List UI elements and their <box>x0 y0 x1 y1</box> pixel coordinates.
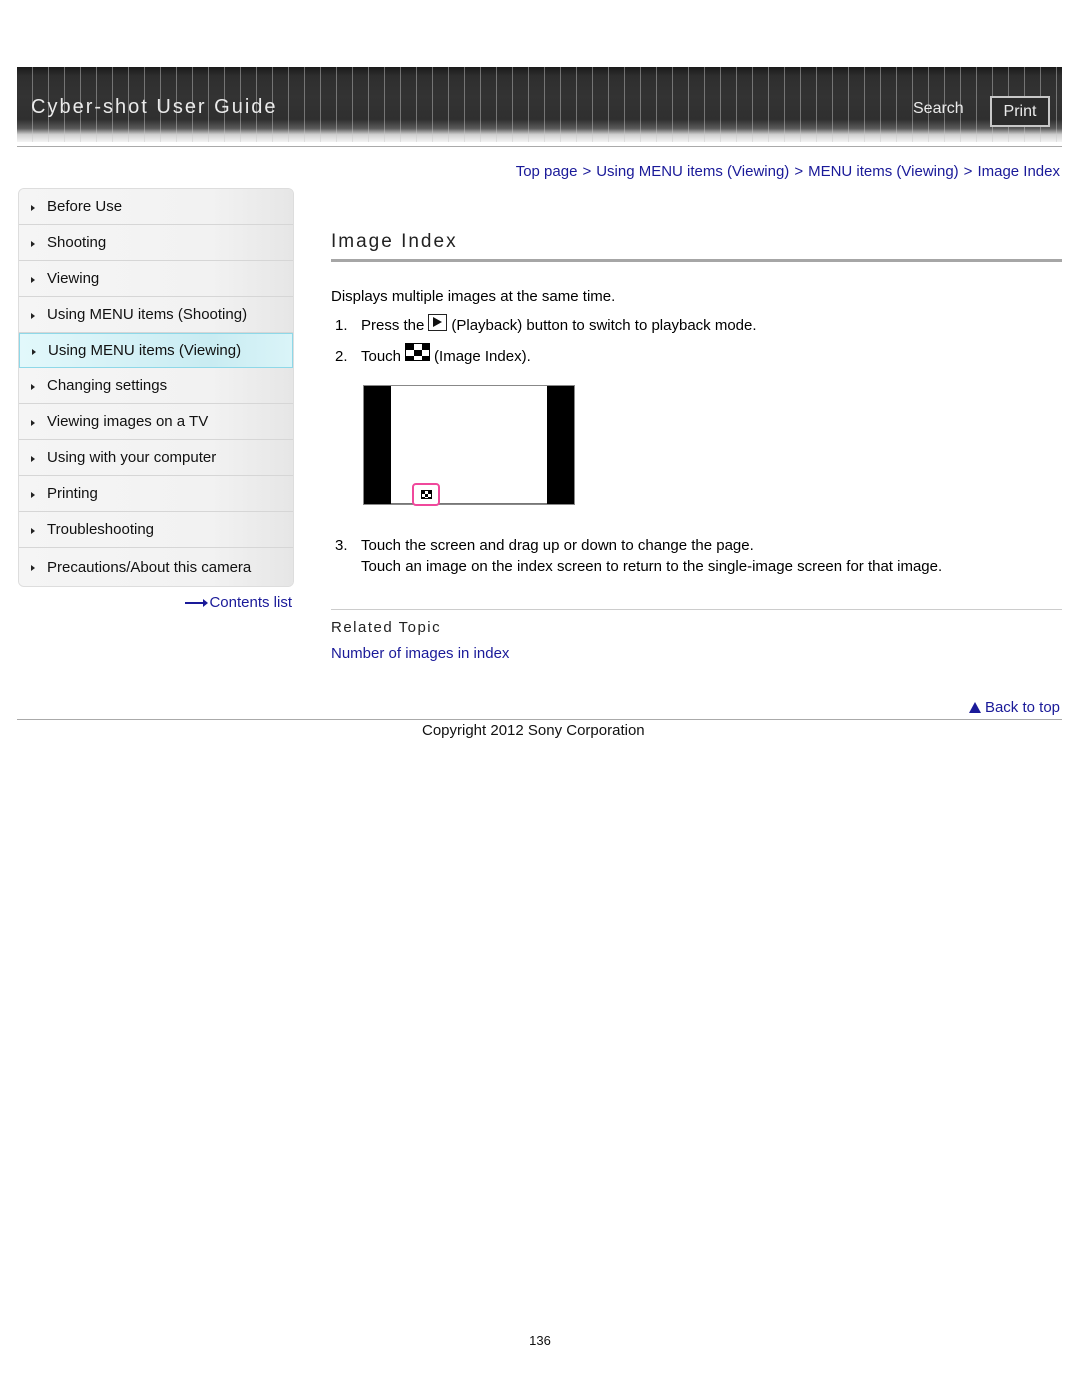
screen-right-bar <box>547 386 574 504</box>
triangle-right-icon <box>31 455 35 462</box>
breadcrumb-using-menu-viewing[interactable]: Using MENU items (Viewing) <box>596 163 789 180</box>
sidebar-item-label: Shooting <box>47 234 107 251</box>
breadcrumb-top-page[interactable]: Top page <box>516 163 578 180</box>
triangle-right-icon <box>31 204 35 211</box>
copyright-text: Copyright 2012 Sony Corporation <box>422 722 645 739</box>
sidebar-item-printing[interactable]: Printing <box>19 476 293 512</box>
intro-text: Displays multiple images at the same tim… <box>331 288 616 305</box>
sidebar-item-computer[interactable]: Using with your computer <box>19 440 293 476</box>
sidebar-item-label: Printing <box>47 485 98 502</box>
sidebar-item-before-use[interactable]: Before Use <box>19 189 293 225</box>
title-divider <box>331 259 1062 262</box>
triangle-up-icon <box>968 702 981 713</box>
breadcrumb-separator: > <box>963 163 973 180</box>
camera-screen-illustration <box>363 385 575 506</box>
breadcrumb-separator: > <box>794 163 804 180</box>
sidebar-item-precautions[interactable]: Precautions/About this camera <box>19 548 293 586</box>
arrow-right-icon <box>185 598 209 607</box>
header-divider <box>17 146 1062 147</box>
sidebar-item-label: Before Use <box>47 198 123 215</box>
sidebar-item-label: Changing settings <box>47 377 168 394</box>
contents-list-label: Contents list <box>209 594 292 611</box>
step-text-after: (Playback) button to switch to playback … <box>451 317 757 334</box>
page-title: Image Index <box>331 231 458 252</box>
step-text-before: Touch <box>361 347 402 365</box>
sidebar-item-label: Viewing images on a TV <box>47 413 209 430</box>
header-banner: Cyber-shot User Guide Search Print <box>17 67 1062 142</box>
sidebar-item-label: Precautions/About this camera <box>47 558 252 576</box>
contents-list-link[interactable]: Contents list <box>185 594 292 611</box>
sidebar-nav: Before Use Shooting Viewing Using MENU i… <box>18 188 294 587</box>
back-to-top-label: Back to top <box>984 699 1060 716</box>
step-2: 2. Touch (Image Index). <box>335 343 531 365</box>
triangle-right-icon <box>31 565 35 571</box>
sidebar-item-label: Troubleshooting <box>47 521 155 538</box>
sidebar-item-changing-settings[interactable]: Changing settings <box>19 368 293 404</box>
print-button[interactable]: Print <box>990 96 1050 127</box>
footer-divider <box>17 719 1062 720</box>
triangle-right-icon <box>31 383 35 390</box>
image-index-icon <box>421 490 432 499</box>
search-button[interactable]: Search <box>913 100 964 118</box>
sidebar-item-viewing[interactable]: Viewing <box>19 261 293 297</box>
step-number: 3. <box>335 537 348 554</box>
step-3: 3. Touch the screen and drag up or down … <box>335 537 754 554</box>
sidebar-item-menu-shooting[interactable]: Using MENU items (Shooting) <box>19 297 293 333</box>
triangle-right-icon <box>32 348 36 355</box>
triangle-right-icon <box>31 240 35 247</box>
sidebar-item-menu-viewing[interactable]: Using MENU items (Viewing) <box>19 333 293 368</box>
breadcrumb-image-index[interactable]: Image Index <box>977 163 1060 180</box>
image-index-button-highlight <box>412 483 440 506</box>
back-to-top-link[interactable]: Back to top <box>968 699 1060 716</box>
related-link-number-of-images[interactable]: Number of images in index <box>331 645 509 662</box>
triangle-right-icon <box>31 312 35 319</box>
site-title: Cyber-shot User Guide <box>31 96 278 118</box>
step-1: 1. Press the (Playback) button to switch… <box>335 314 757 334</box>
related-topic-heading: Related Topic <box>331 619 442 636</box>
page-number: 136 <box>529 1333 551 1348</box>
triangle-right-icon <box>31 419 35 426</box>
image-index-icon <box>405 343 431 361</box>
breadcrumb-menu-items-viewing[interactable]: MENU items (Viewing) <box>808 163 959 180</box>
screen-left-bar <box>364 386 391 504</box>
sidebar-item-label: Using MENU items (Shooting) <box>47 306 248 323</box>
related-divider <box>331 609 1062 610</box>
breadcrumb-separator: > <box>582 163 592 180</box>
triangle-right-icon <box>31 276 35 283</box>
breadcrumb: Top page > Using MENU items (Viewing) > MENU… <box>516 163 1060 180</box>
step-text-before: Press the <box>361 317 425 334</box>
sidebar-item-shooting[interactable]: Shooting <box>19 225 293 261</box>
step-text-after: (Image Index). <box>434 347 531 365</box>
step-number: 1. <box>335 317 348 334</box>
sidebar-item-label: Using MENU items (Viewing) <box>48 342 242 359</box>
step-number: 2. <box>335 347 348 365</box>
sidebar-item-label: Using with your computer <box>47 449 217 466</box>
triangle-right-icon <box>31 527 35 534</box>
triangle-right-icon <box>31 491 35 498</box>
sidebar-item-troubleshooting[interactable]: Troubleshooting <box>19 512 293 548</box>
sidebar-item-viewing-tv[interactable]: Viewing images on a TV <box>19 404 293 440</box>
playback-icon <box>428 314 448 331</box>
sidebar-item-label: Viewing <box>47 270 100 287</box>
step-text: Touch the screen and drag up or down to … <box>361 537 754 554</box>
step-3-note: Touch an image on the index screen to re… <box>361 558 943 575</box>
